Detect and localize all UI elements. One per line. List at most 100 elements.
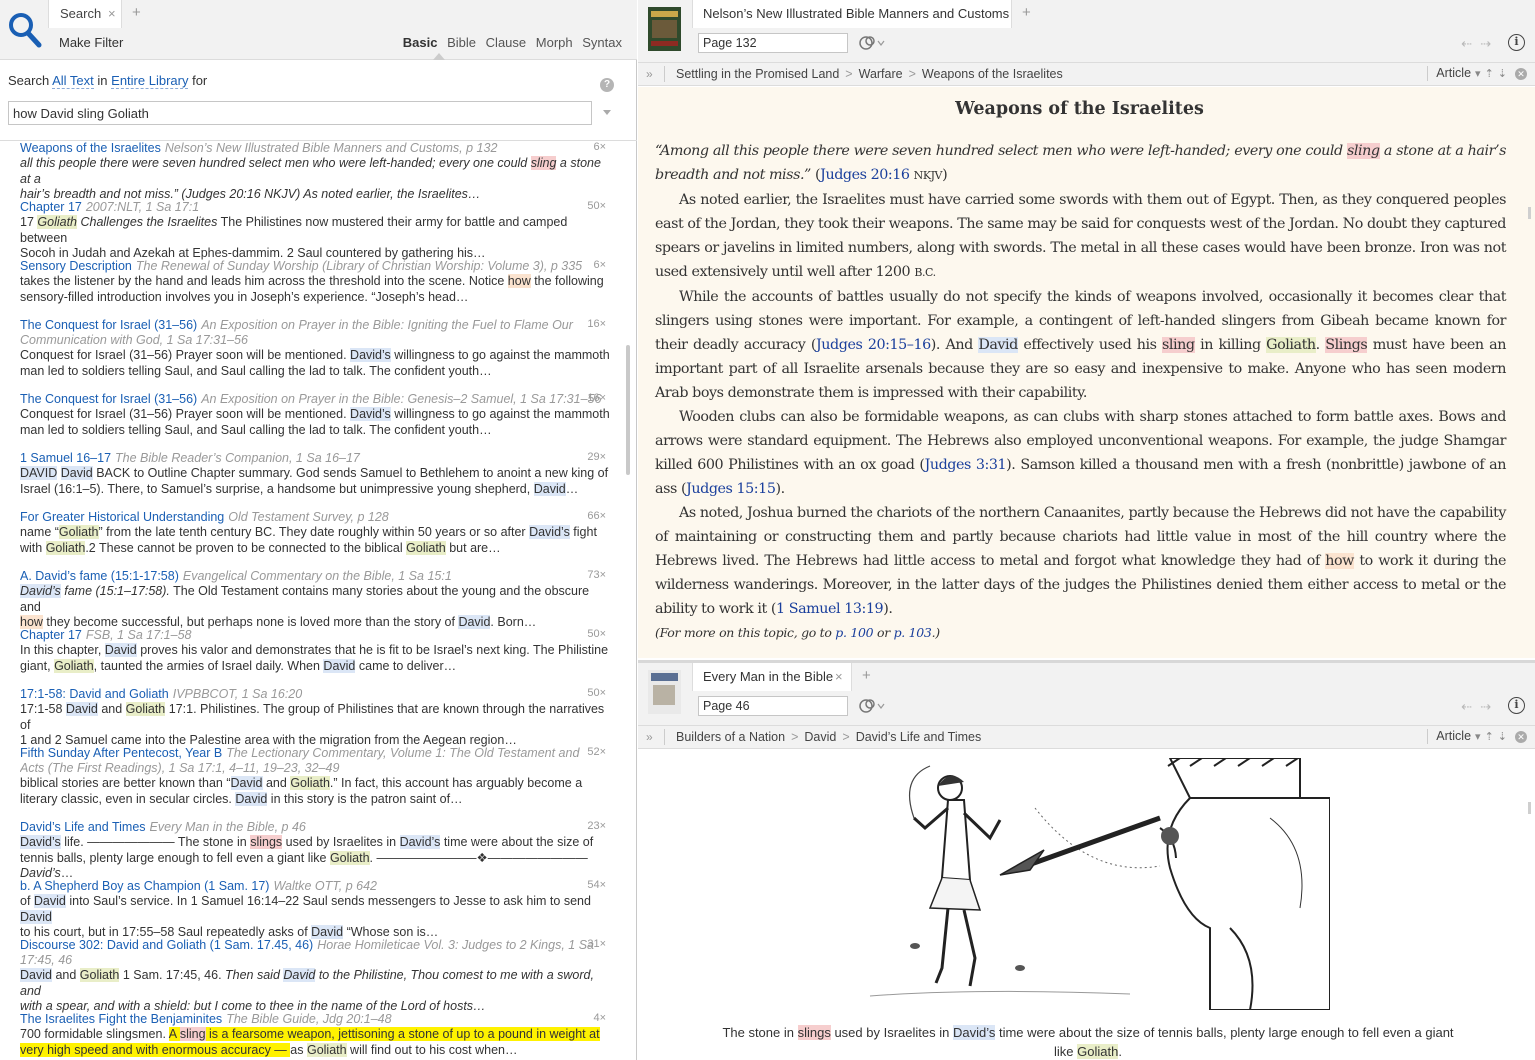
result-title[interactable]: Sensory Description <box>20 259 132 273</box>
add-tab-icon[interactable]: + <box>862 667 871 684</box>
scrollbar-thumb[interactable] <box>1528 802 1531 814</box>
breadcrumb-item[interactable]: David’s Life and Times <box>856 730 982 744</box>
page-input[interactable] <box>698 33 848 53</box>
result-item[interactable]: The Conquest for Israel (31–56) An Exposi… <box>20 318 610 379</box>
result-title[interactable]: 1 Samuel 16–17 <box>20 451 111 465</box>
view-dropdown[interactable]: Article <box>1436 66 1471 80</box>
scripture-link[interactable]: Judges 20:15–16 <box>816 337 931 353</box>
tab-nelsons-manners[interactable]: Nelson’s New Illustrated Bible Manners a… <box>692 0 1012 28</box>
result-item[interactable]: Chapter 17 2007:NLT, 1 Sa 17:1 50× 17 Gol… <box>20 200 610 262</box>
scripture-link[interactable]: 1 Samuel 13:19 <box>776 601 884 617</box>
result-title[interactable]: b. A Shepherd Boy as Champion (1 Sam. 17… <box>20 879 269 893</box>
result-item[interactable]: Chapter 17 FSB, 1 Sa 17:1–58 50× In this … <box>20 628 610 674</box>
arrow-down-icon[interactable]: ⇣ <box>1498 68 1507 80</box>
scripture-link[interactable]: Judges 15:15 <box>686 481 776 497</box>
search-input[interactable] <box>8 101 592 125</box>
breadcrumb-item[interactable]: Weapons of the Israelites <box>922 67 1063 81</box>
result-title[interactable]: Weapons of the Israelites <box>20 141 161 155</box>
result-title[interactable]: A. David’s fame (15:1-17:58) <box>20 569 179 583</box>
page-input[interactable] <box>698 696 848 716</box>
tab-morph[interactable]: Morph <box>536 35 573 50</box>
result-item[interactable]: The Israelites Fight the Benjaminites The… <box>20 1012 610 1058</box>
close-icon[interactable]: × <box>835 669 843 684</box>
breadcrumb: Settling in the Promised Land > Warfare > We… <box>676 67 1063 81</box>
history-nav-icon[interactable]: ⇠⇢ <box>1461 699 1499 715</box>
page-link[interactable]: p. 100 <box>835 625 873 640</box>
tab-bible[interactable]: Bible <box>447 35 476 50</box>
arrow-up-icon[interactable]: ⇡ <box>1485 731 1494 743</box>
result-title[interactable]: Chapter 17 <box>20 200 82 214</box>
expand-chevron-icon[interactable]: » <box>646 67 653 81</box>
info-icon[interactable]: i <box>1508 697 1525 714</box>
result-item[interactable]: 1 Samuel 16–17 The Bible Reader’s Compani… <box>20 451 610 497</box>
page-link[interactable]: p. 103 <box>894 625 932 640</box>
breadcrumb-item[interactable]: Settling in the Promised Land <box>676 67 839 81</box>
result-item[interactable]: Sensory Description The Renewal of Sunday… <box>20 259 610 305</box>
tab-syntax[interactable]: Syntax <box>582 35 622 50</box>
david-goliath-illustration <box>830 758 1330 1010</box>
tab-search[interactable]: Search × <box>48 0 122 28</box>
result-title[interactable]: The Israelites Fight the Benjaminites <box>20 1012 222 1026</box>
result-item[interactable]: For Greater Historical Understanding Old … <box>20 510 610 556</box>
result-title[interactable]: 17:1-58: David and Goliath <box>20 687 169 701</box>
field-scope-dropdown[interactable]: All Text <box>52 73 94 89</box>
result-title[interactable]: Discourse 302: David and Goliath (1 Sam.… <box>20 938 313 952</box>
tab-clause[interactable]: Clause <box>486 35 526 50</box>
close-icon[interactable]: ✕ <box>1515 67 1527 80</box>
result-title[interactable]: Chapter 17 <box>20 628 82 642</box>
book-cover-icon[interactable] <box>648 7 681 51</box>
breadcrumb-item[interactable]: David <box>804 730 836 744</box>
close-icon[interactable]: ✕ <box>1515 730 1527 743</box>
result-item[interactable]: A. David’s fame (15:1-17:58) Evangelical … <box>20 569 610 631</box>
help-icon[interactable]: ? <box>600 78 614 92</box>
expand-chevron-icon[interactable]: » <box>646 730 653 744</box>
result-title[interactable]: Fifth Sunday After Pentecost, Year B <box>20 746 222 760</box>
library-scope-dropdown[interactable]: Entire Library <box>111 73 189 89</box>
result-count: 6× <box>593 141 606 153</box>
scrollbar-thumb[interactable] <box>1528 207 1531 219</box>
result-item[interactable]: Discourse 302: David and Goliath (1 Sam.… <box>20 938 610 1015</box>
result-item[interactable]: David’s Life and Times Every Man in the B… <box>20 820 610 882</box>
result-item[interactable]: Weapons of the Israelites Nelson’s New Il… <box>20 141 610 203</box>
result-title[interactable]: The Conquest for Israel (31–56) <box>20 318 197 332</box>
close-icon[interactable]: × <box>108 6 116 21</box>
make-filter-button[interactable]: Make Filter <box>59 35 123 50</box>
tab-every-man[interactable]: Every Man in the Bible × <box>692 663 852 691</box>
info-icon[interactable]: i <box>1508 34 1525 51</box>
chevron-down-icon[interactable] <box>603 110 611 115</box>
result-item[interactable]: The Conquest for Israel (31–56) An Exposi… <box>20 392 610 438</box>
breadcrumb-item[interactable]: Warfare <box>859 67 903 81</box>
link-set-icon[interactable] <box>858 35 886 51</box>
result-count: 29× <box>587 451 606 463</box>
result-item[interactable]: 17:1-58: David and Goliath IVPBBCOT, 1 Sa… <box>20 687 610 749</box>
result-snippet: 17 Goliath Challenges the Israelites The… <box>20 215 568 260</box>
result-source-cont: 17:45, 46 <box>20 953 73 967</box>
result-item[interactable]: b. A Shepherd Boy as Champion (1 Sam. 17… <box>20 879 610 941</box>
results-scrollbar[interactable] <box>626 345 630 475</box>
search-icon[interactable] <box>6 10 42 50</box>
result-count: 50× <box>587 687 606 699</box>
divider <box>664 66 665 82</box>
chevron-down-icon[interactable]: ▾ <box>1475 68 1481 80</box>
arrow-up-icon[interactable]: ⇡ <box>1485 68 1494 80</box>
add-tab-icon[interactable]: + <box>1022 4 1031 21</box>
scripture-link[interactable]: Judges 20:16 <box>820 167 910 183</box>
link-set-icon[interactable] <box>858 698 886 714</box>
result-item[interactable]: Fifth Sunday After Pentecost, Year B The … <box>20 746 610 807</box>
result-title[interactable]: For Greater Historical Understanding <box>20 510 224 524</box>
chevron-down-icon[interactable]: ▾ <box>1475 731 1481 743</box>
result-count: 50× <box>587 200 606 212</box>
article-content: The stone in slings used by Israelites i… <box>638 750 1535 1060</box>
breadcrumb-item[interactable]: Builders of a Nation <box>676 730 785 744</box>
book-cover-icon[interactable] <box>648 670 681 714</box>
result-title[interactable]: David’s Life and Times <box>20 820 146 834</box>
view-dropdown[interactable]: Article <box>1436 729 1471 743</box>
arrow-down-icon[interactable]: ⇣ <box>1498 731 1507 743</box>
result-snippet: 700 formidable slingsmen. A sling is a f… <box>20 1027 600 1057</box>
result-snippet: In this chapter, David proves his valor … <box>20 643 609 673</box>
add-tab-icon[interactable]: + <box>132 4 141 21</box>
result-title[interactable]: The Conquest for Israel (31–56) <box>20 392 197 406</box>
history-nav-icon[interactable]: ⇠⇢ <box>1461 36 1499 52</box>
tab-basic[interactable]: Basic <box>403 35 438 50</box>
scripture-link[interactable]: Judges 3:31 <box>925 457 1007 473</box>
